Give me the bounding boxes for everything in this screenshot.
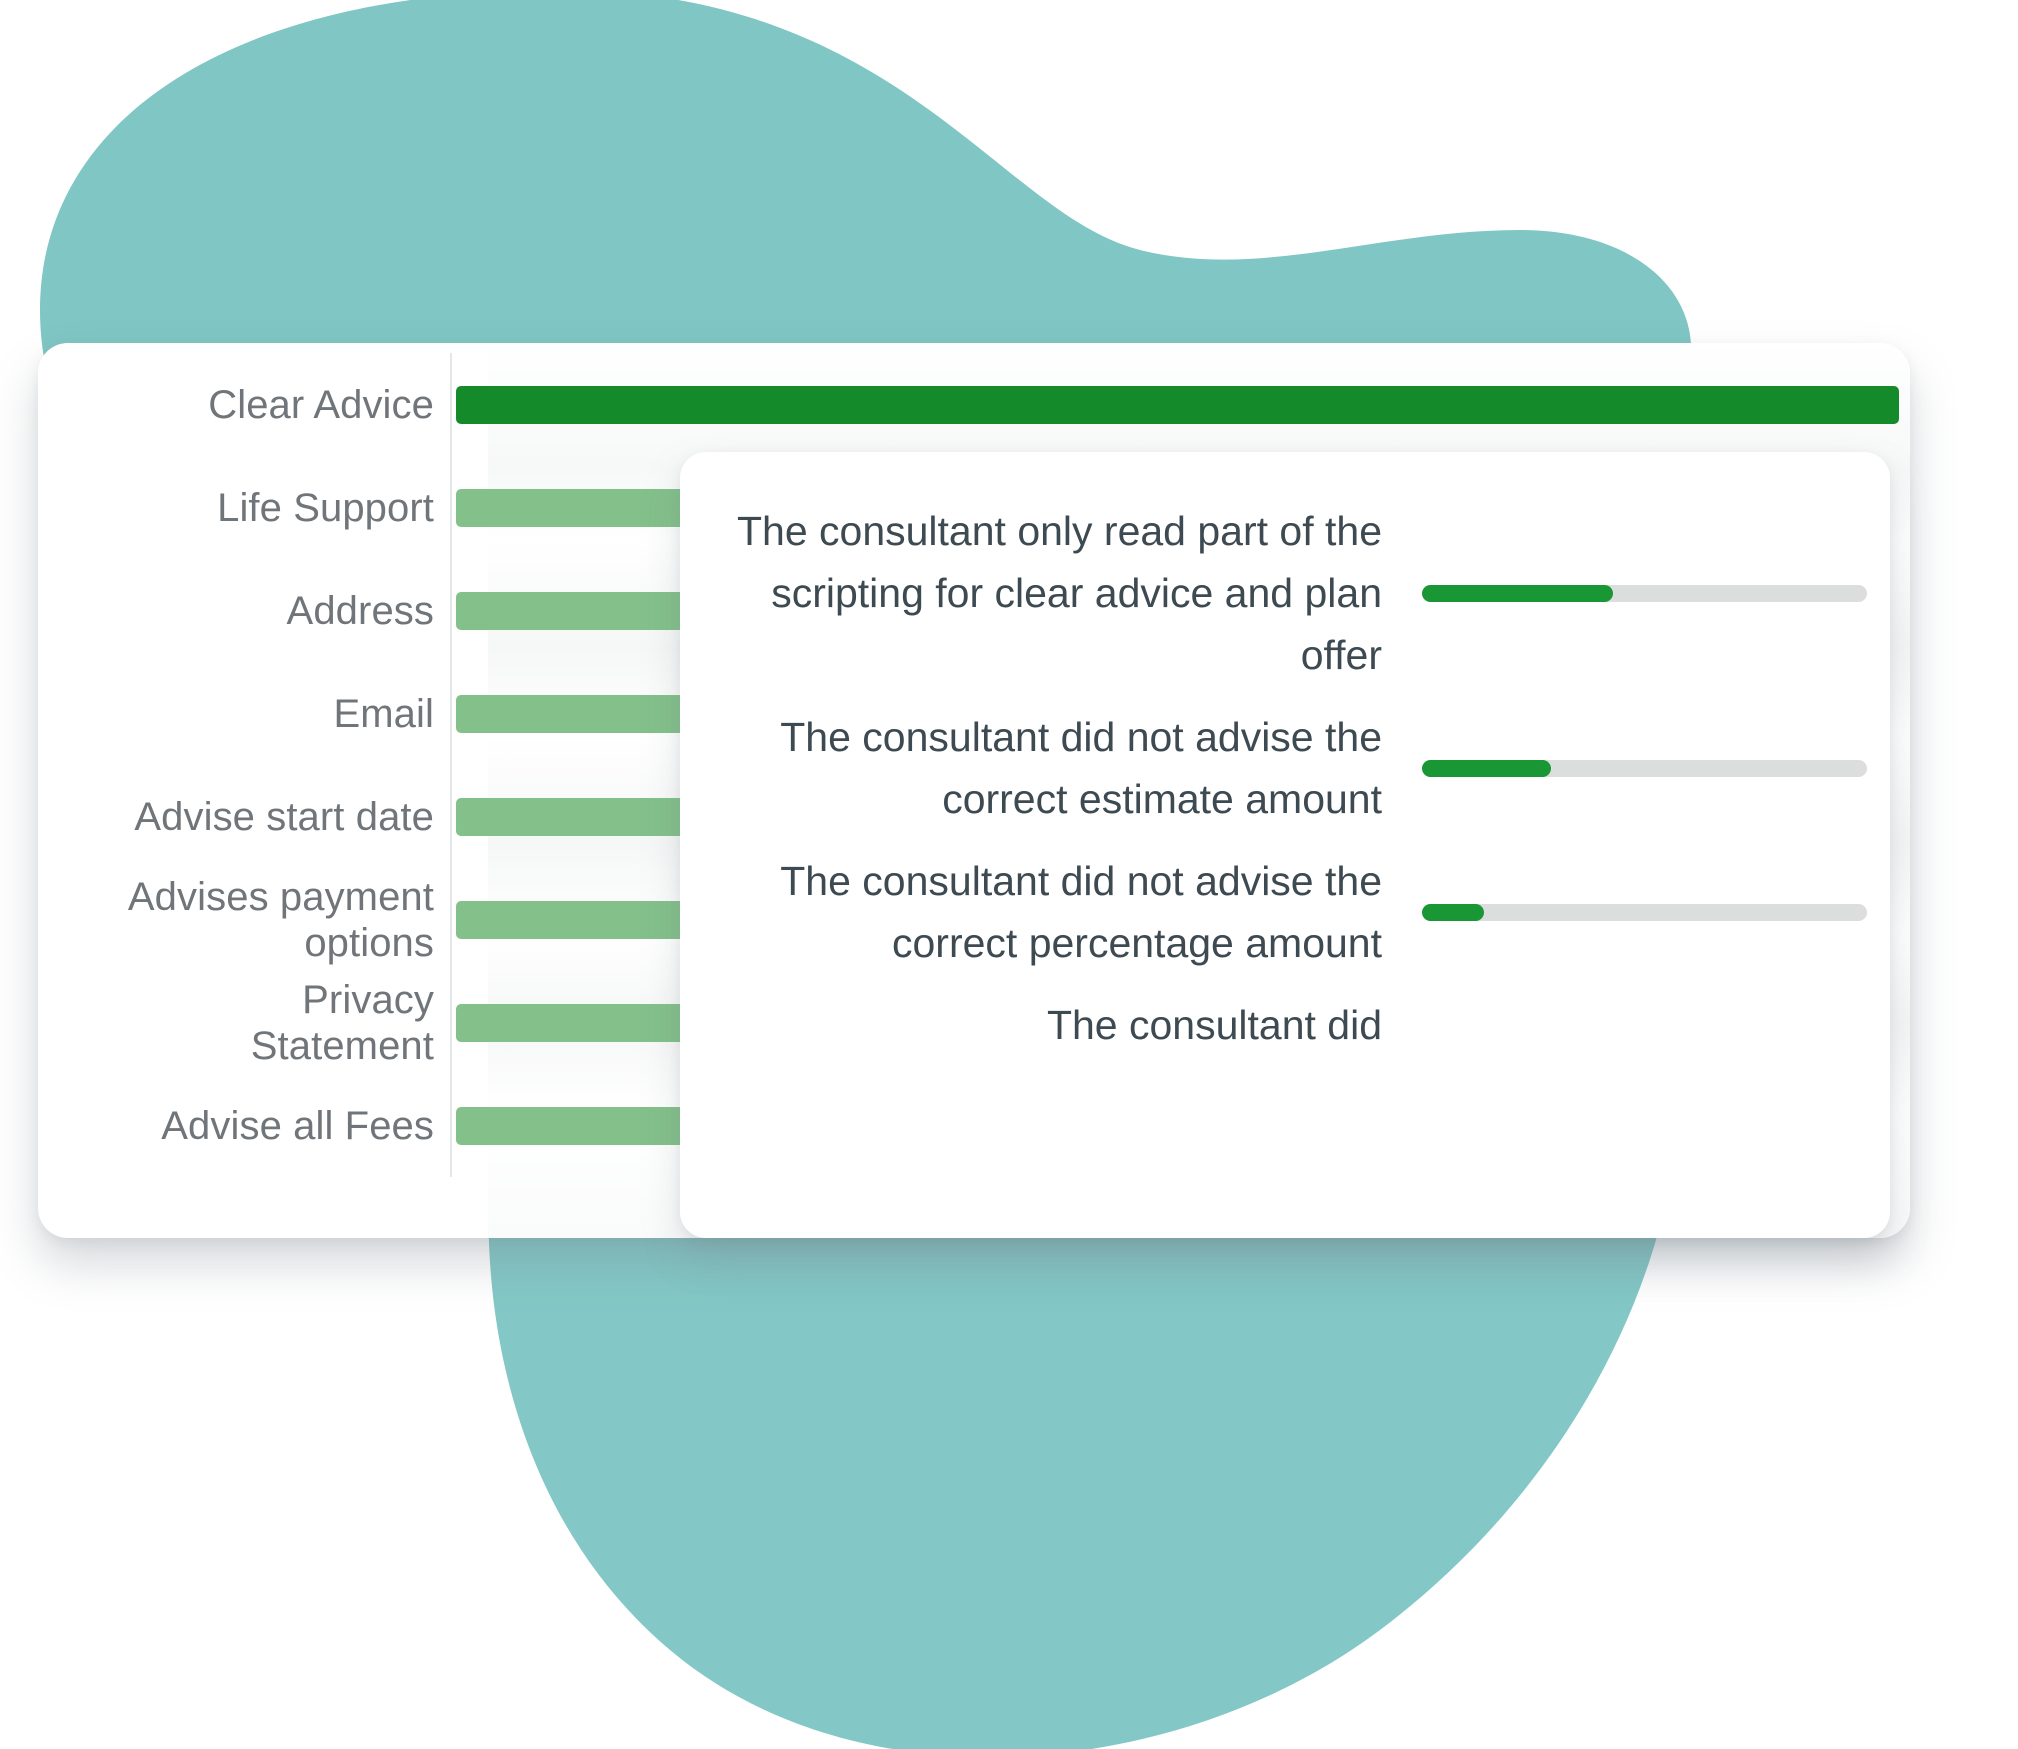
chart-bar[interactable] bbox=[456, 385, 1900, 424]
chart-row-label: Advise start date bbox=[134, 794, 434, 839]
detail-row-label: The consultant only read part of the scr… bbox=[736, 508, 1382, 678]
detail-progress-fill bbox=[1422, 903, 1485, 921]
chart-row[interactable]: Clear Advice bbox=[38, 353, 1910, 456]
detail-row-label: The consultant did not advise the correc… bbox=[780, 858, 1382, 966]
chart-row-label: Advises payment options bbox=[127, 874, 434, 965]
detail-row[interactable]: The consultant did bbox=[680, 984, 1890, 1066]
detail-progress-fill bbox=[1422, 584, 1614, 602]
chart-row-label: Privacy Statement bbox=[250, 977, 434, 1068]
chart-row-label: Life Support bbox=[217, 485, 434, 530]
detail-progress-fill bbox=[1422, 759, 1552, 777]
detail-row[interactable]: The consultant only read part of the scr… bbox=[680, 490, 1890, 696]
detail-progress-bar bbox=[1422, 903, 1867, 921]
dashboard-illustration: Clear Advice Life Support Address Email Advi… bbox=[0, 0, 2018, 1749]
detail-progress-bar bbox=[1422, 584, 1867, 602]
detail-progress-bar bbox=[1422, 759, 1867, 777]
detail-row[interactable]: The consultant did not advise the correc… bbox=[680, 696, 1890, 840]
call-detail-popover[interactable]: The consultant only read part of the scr… bbox=[680, 452, 1890, 1238]
chart-row-label: Advise all Fees bbox=[161, 1103, 434, 1148]
chart-row-label: Email bbox=[333, 691, 434, 736]
chart-row-track bbox=[450, 353, 1910, 456]
chart-row-label: Address bbox=[286, 588, 434, 633]
detail-list: The consultant only read part of the scr… bbox=[680, 490, 1890, 1066]
detail-row-label: The consultant did bbox=[1046, 1002, 1382, 1048]
detail-row-label: The consultant did not advise the correc… bbox=[780, 714, 1382, 822]
chart-row-label: Clear Advice bbox=[208, 382, 434, 427]
detail-progress-bar bbox=[1422, 1017, 1867, 1034]
detail-row[interactable]: The consultant did not advise the correc… bbox=[680, 840, 1890, 984]
